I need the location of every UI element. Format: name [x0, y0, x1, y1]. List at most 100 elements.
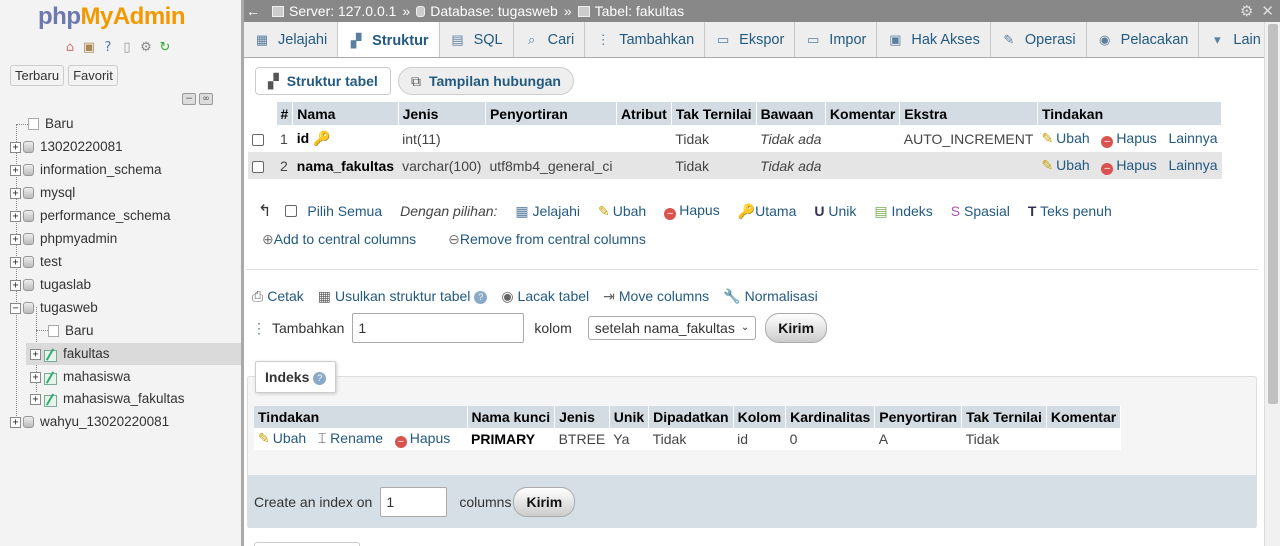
tree-item-db-open[interactable]: − tugasweb: [10, 298, 98, 318]
tab-export[interactable]: ▭ Ekspor: [705, 22, 796, 57]
bulk-primary-button[interactable]: 🔑Utama: [738, 203, 797, 220]
check-all-checkbox[interactable]: [285, 205, 298, 217]
drop-button[interactable]: – Hapus: [1101, 157, 1157, 175]
column-position-select[interactable]: setelah nama_fakultas ⌄: [587, 316, 757, 340]
bulk-edit-button[interactable]: ✎ Ubah: [598, 203, 646, 220]
tab-more[interactable]: ▾ Lain: [1199, 22, 1264, 57]
expand-icon[interactable]: +: [30, 393, 41, 405]
move-columns-button[interactable]: ⇥ Move columns: [603, 288, 709, 305]
column-header[interactable]: Penyortiran: [485, 102, 617, 125]
expand-icon[interactable]: +: [10, 416, 21, 428]
subtab-relation-view[interactable]: ⧉ Tampilan hubungan: [398, 67, 574, 95]
favorites-tab[interactable]: Favorit: [68, 65, 118, 86]
link-icon[interactable]: ∞: [199, 93, 213, 105]
index-drop-button[interactable]: – Hapus: [394, 430, 450, 448]
more-button[interactable]: Lainnya: [1168, 157, 1217, 173]
help-icon[interactable]: ?: [474, 290, 488, 304]
recent-tab[interactable]: Terbaru: [10, 65, 65, 86]
row-checkbox[interactable]: [252, 133, 264, 146]
add-central-columns-button[interactable]: ⊕Add to central columns: [262, 231, 416, 248]
tab-import[interactable]: ▭ Impor: [795, 22, 878, 57]
bulk-spatial-button[interactable]: S Spasial: [951, 203, 1010, 219]
column-header[interactable]: Komentar: [825, 102, 901, 125]
breadcrumb-table[interactable]: Tabel: fakultas: [595, 3, 685, 19]
tree-item-db[interactable]: + mysql: [10, 183, 75, 203]
bulk-unique-button[interactable]: U Unik: [814, 203, 856, 219]
tab-operations[interactable]: ✎ Operasi: [991, 22, 1087, 57]
column-header[interactable]: Jenis: [398, 102, 486, 125]
tree-item-new-table[interactable]: Baru: [48, 321, 94, 341]
column-header[interactable]: Nama: [292, 102, 399, 125]
tab-browse[interactable]: ▦ Jelajahi: [244, 22, 339, 57]
tab-structure[interactable]: ▞ Struktur: [338, 22, 440, 57]
tab-search[interactable]: ⌕ Cari: [514, 22, 586, 57]
track-table-button[interactable]: ◉ Lacak tabel: [501, 288, 589, 305]
remove-central-columns-button[interactable]: ⊖Remove from central columns: [448, 231, 646, 248]
tree-item-db[interactable]: + tugaslab: [10, 275, 91, 295]
tree-item-db[interactable]: + test: [10, 252, 62, 272]
breadcrumb-database[interactable]: Database: tugasweb: [430, 3, 558, 19]
expand-icon[interactable]: +: [10, 141, 21, 153]
tree-item-db[interactable]: +13020220081: [10, 137, 123, 157]
expand-icon[interactable]: +: [10, 164, 21, 176]
more-button[interactable]: Lainnya: [1168, 130, 1217, 146]
drop-button[interactable]: – Hapus: [1101, 130, 1157, 148]
tree-item-new[interactable]: Baru: [28, 114, 74, 134]
index-edit-button[interactable]: ✎ Ubah: [258, 430, 306, 446]
tree-item-db[interactable]: + information_schema: [10, 160, 162, 180]
collapse-all-icon[interactable]: −: [182, 93, 196, 105]
tab-sql[interactable]: ▤ SQL: [440, 22, 514, 57]
reload-icon[interactable]: ↻: [157, 40, 173, 56]
expand-icon[interactable]: +: [10, 256, 21, 268]
column-header[interactable]: Tak Ternilai: [671, 102, 757, 125]
settings-icon[interactable]: ⚙: [1240, 2, 1253, 20]
tab-privileges[interactable]: ▣ Hak Akses: [877, 22, 991, 57]
docs-icon[interactable]: ▯: [119, 40, 135, 56]
settings-icon[interactable]: ⚙: [138, 40, 154, 56]
tree-item-table-active[interactable]: + fakultas: [26, 343, 241, 365]
exit-icon[interactable]: ▣: [81, 40, 97, 56]
expand-icon[interactable]: +: [10, 279, 21, 291]
tree-item-db[interactable]: + wahyu_13020220081: [10, 412, 169, 432]
help-icon[interactable]: ?: [313, 371, 327, 385]
collapse-sidebar-icon[interactable]: ←: [244, 3, 262, 19]
tree-item-table[interactable]: + mahasiswa: [30, 367, 131, 387]
help-icon[interactable]: ?: [100, 40, 116, 56]
tree-item-db[interactable]: + performance_schema: [10, 206, 171, 226]
check-all[interactable]: Pilih Semua: [285, 203, 382, 219]
phpmyadmin-logo[interactable]: phpMyAdmin: [38, 3, 185, 31]
expand-icon[interactable]: +: [10, 187, 21, 199]
column-header[interactable]: Atribut: [616, 102, 672, 125]
create-index-count-input[interactable]: 1: [380, 486, 448, 517]
home-icon[interactable]: ⌂: [62, 40, 78, 56]
tab-tracking[interactable]: ◉ Pelacakan: [1087, 22, 1200, 57]
add-columns-submit-button[interactable]: Kirim: [765, 313, 828, 343]
expand-icon[interactable]: +: [30, 371, 41, 383]
tab-insert[interactable]: ⋮ Tambahkan: [585, 22, 706, 57]
expand-icon[interactable]: +: [30, 348, 41, 360]
tree-item-table[interactable]: + mahasiswa_fakultas: [30, 389, 185, 409]
expand-icon[interactable]: +: [10, 233, 21, 245]
index-rename-button[interactable]: ⌶ Rename: [318, 430, 383, 446]
subtab-structure[interactable]: ▞ Struktur tabel: [255, 67, 391, 95]
expand-icon[interactable]: +: [10, 210, 21, 222]
column-header[interactable]: Bawaan: [756, 102, 826, 125]
edit-button[interactable]: ✎ Ubah: [1041, 130, 1089, 146]
column-header[interactable]: Ekstra: [899, 102, 1038, 125]
print-button[interactable]: ⎙ Cetak: [252, 288, 304, 305]
add-columns-count-input[interactable]: 1: [352, 313, 525, 343]
tree-item-db[interactable]: + phpmyadmin: [10, 229, 117, 249]
propose-structure-button[interactable]: ▦ Usulkan struktur tabel ?: [318, 288, 488, 305]
bulk-index-button[interactable]: ▤ Indeks: [874, 203, 932, 220]
create-index-submit-button[interactable]: Kirim: [513, 486, 576, 517]
edit-button[interactable]: ✎ Ubah: [1041, 157, 1089, 173]
bulk-fulltext-button[interactable]: T Teks penuh: [1028, 203, 1112, 219]
collapse-icon[interactable]: −: [10, 302, 21, 314]
scrollbar[interactable]: [1264, 22, 1280, 546]
bulk-drop-button[interactable]: – Hapus: [664, 202, 720, 220]
close-icon[interactable]: ✕: [1261, 2, 1274, 20]
scrollbar-thumb[interactable]: [1268, 24, 1278, 404]
bulk-browse-button[interactable]: ▦ Jelajahi: [515, 203, 580, 220]
breadcrumb-server[interactable]: Server: 127.0.0.1: [289, 3, 396, 19]
normalize-button[interactable]: 🔧 Normalisasi: [723, 288, 818, 305]
